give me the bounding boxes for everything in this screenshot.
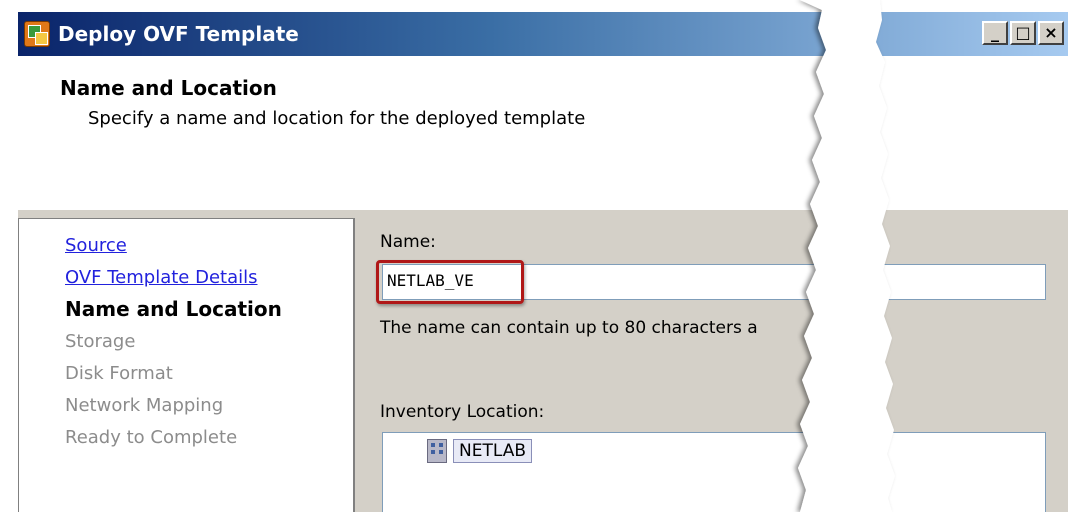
deploy-ovf-window: Deploy OVF Template _ □ × Name and Locat…	[0, 0, 1075, 512]
torn-paper-gap	[798, 0, 895, 512]
